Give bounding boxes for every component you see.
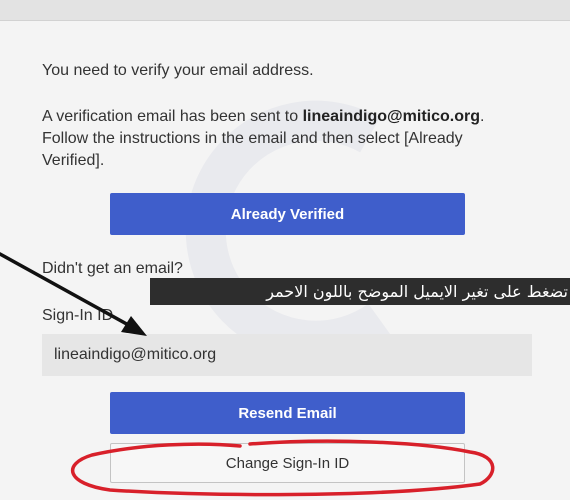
change-sign-in-id-button[interactable]: Change Sign-In ID <box>110 443 465 483</box>
verify-line-suffix: . <box>479 108 485 125</box>
sign-in-id-field[interactable] <box>42 334 532 376</box>
verify-line-prefix: A verification email has been sent to <box>42 108 303 125</box>
already-verified-button[interactable]: Already Verified <box>110 193 465 235</box>
verify-email: lineaindigo@mitico.org <box>302 108 480 125</box>
top-bar <box>0 0 570 21</box>
didnt-get-email-label: Didn't get an email? <box>42 260 183 277</box>
verify-line3: Verified]. <box>42 152 105 169</box>
arabic-instruction-banner: تضغط على تغير الايميل الموضح باللون الاح… <box>150 278 570 305</box>
verify-heading: You need to verify your email address. <box>42 62 314 79</box>
sign-in-id-label: Sign-In ID <box>42 307 114 324</box>
verify-line2: Follow the instructions in the email and… <box>42 130 463 147</box>
resend-email-button[interactable]: Resend Email <box>110 392 465 434</box>
verify-message: A verification email has been sent to li… <box>42 106 542 172</box>
